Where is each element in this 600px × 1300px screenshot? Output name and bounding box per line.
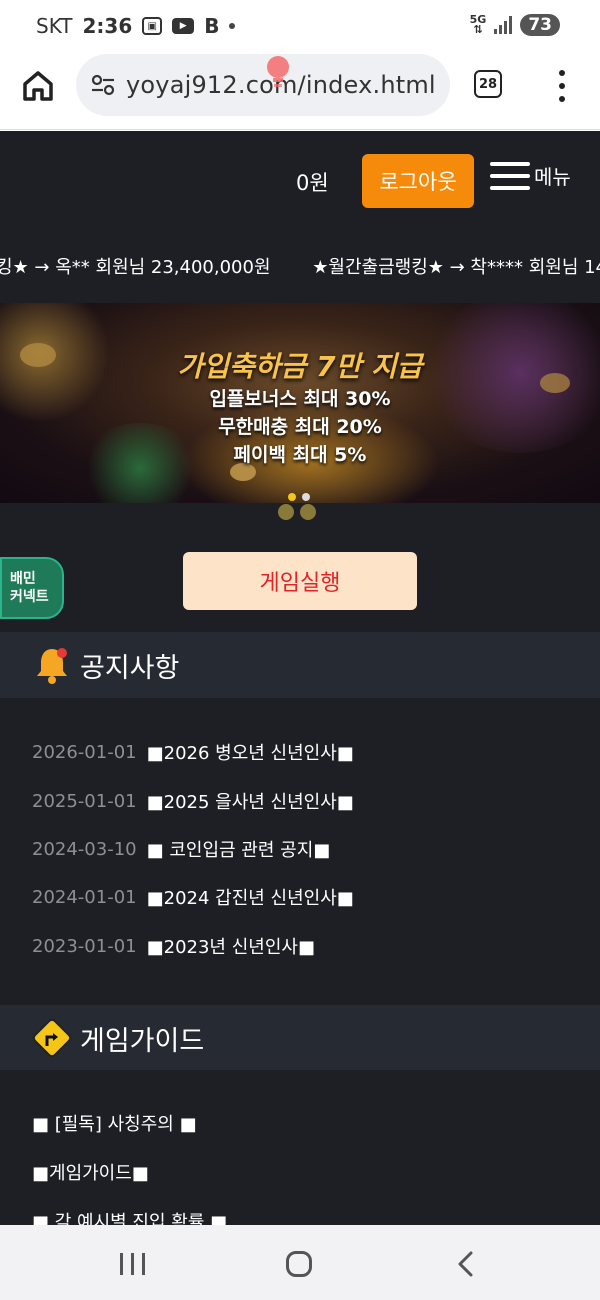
b-app-icon: B: [204, 14, 220, 38]
tab-switcher-button[interactable]: 28: [474, 70, 502, 98]
winner-ticker: 킹★ → 옥** 회원님 23,400,000원 ★월간출금랭킹★ → 착***…: [0, 231, 600, 301]
guide-list: ■ [필독] 사칭주의 ■ ■게임가이드■ ■ 각 예시별 진입 확률 ■: [0, 1070, 600, 1225]
menu-button[interactable]: 메뉴: [490, 161, 571, 190]
banner-line: 페이백 최대 5%: [233, 444, 367, 466]
youtube-icon: ▶: [172, 18, 195, 34]
system-nav-bar: [0, 1225, 600, 1300]
more-options-icon[interactable]: [552, 70, 572, 102]
guide-item[interactable]: ■ [필독] 사칭주의 ■: [32, 1110, 197, 1136]
home-icon[interactable]: [20, 68, 56, 104]
carrier-label: SKT: [36, 14, 73, 38]
notice-list: 2026-01-01 ■2026 병오년 신년인사■ 2025-01-01 ■2…: [0, 699, 600, 1005]
status-bar: SKT 2:36 ▣ ▶ B 5G ⇅ 73: [0, 0, 600, 52]
clock: 2:36: [82, 14, 133, 38]
banner-line: 입플보너스 최대 30%: [209, 388, 391, 410]
back-icon[interactable]: [456, 1251, 476, 1277]
badge-line: 배민: [10, 571, 36, 587]
notice-item[interactable]: 2024-01-01 ■2024 갑진년 신년인사■: [32, 884, 354, 910]
notice-heading: 공지사항: [80, 652, 180, 684]
signal-icon: [494, 16, 513, 34]
notice-date: 2026-01-01: [32, 741, 137, 763]
notice-date: 2024-01-01: [32, 886, 137, 908]
carousel-dot[interactable]: [300, 504, 316, 520]
notice-date: 2024-03-10: [32, 838, 137, 860]
hamburger-icon: [490, 161, 530, 190]
guide-header: 게임가이드: [0, 1005, 600, 1071]
road-sign-icon: [32, 1018, 72, 1058]
lightbulb-icon: [258, 54, 298, 98]
launch-game-button[interactable]: 게임실행: [183, 552, 417, 610]
badge-line: 커넥트: [10, 589, 49, 605]
banner-line: 무한매충 최대 20%: [218, 416, 382, 438]
screenshot-icon: ▣: [142, 17, 163, 35]
home-button-icon[interactable]: [286, 1251, 312, 1277]
notice-title[interactable]: ■2025 을사년 신년인사■: [147, 788, 354, 814]
site-content: 0원 로그아웃 메뉴 킹★ → 옥** 회원님 23,400,000원 ★월간출…: [0, 131, 600, 1225]
carousel-dot[interactable]: [278, 504, 294, 520]
banner-indicator: [288, 493, 310, 501]
network-5g-icon: 5G ⇅: [469, 13, 487, 36]
network-label: 5G: [469, 13, 487, 26]
notice-item[interactable]: 2026-01-01 ■2026 병오년 신년인사■: [32, 739, 354, 765]
more-notifications-dot: [229, 23, 236, 29]
recent-apps-icon[interactable]: [120, 1253, 145, 1275]
notice-item[interactable]: 2025-01-01 ■2025 을사년 신년인사■: [32, 788, 354, 814]
guide-item[interactable]: ■게임가이드■: [32, 1159, 149, 1185]
menu-label: 메뉴: [534, 165, 571, 189]
site-header: 0원 로그아웃 메뉴: [0, 131, 600, 231]
promo-banner[interactable]: 가입축하금 7만 지급 입플보너스 최대 30% 무한매충 최대 20% 페이백…: [0, 303, 600, 503]
bell-icon: [37, 648, 67, 684]
ticker-item: 킹★ → 옥** 회원님 23,400,000원: [0, 257, 271, 278]
notice-date: 2025-01-01: [32, 790, 137, 812]
banner-title: 가입축하금 7만 지급: [177, 350, 423, 383]
ticker-item: ★월간출금랭킹★ → 착**** 회원님 14: [312, 257, 600, 278]
guide-heading: 게임가이드: [80, 1025, 205, 1057]
guide-item[interactable]: ■ 각 예시별 진입 확률 ■: [32, 1208, 227, 1225]
notice-title[interactable]: ■ 코인입금 관련 공지■: [147, 836, 331, 862]
notice-title[interactable]: ■2024 갑진년 신년인사■: [147, 884, 354, 910]
carousel-pagination[interactable]: [278, 504, 316, 520]
notice-item[interactable]: 2023-01-01 ■2023년 신년인사■: [32, 933, 315, 959]
browser-toolbar: yoyaj912.com/index.html 28: [0, 52, 600, 130]
notice-header: 공지사항: [0, 632, 600, 698]
notice-date: 2023-01-01: [32, 935, 137, 957]
battery-indicator: 73: [520, 14, 560, 36]
notice-title[interactable]: ■2026 병오년 신년인사■: [147, 739, 354, 765]
notice-title[interactable]: ■2023년 신년인사■: [147, 933, 315, 959]
baemin-connect-badge[interactable]: 배민 커넥트: [0, 557, 64, 619]
logout-button[interactable]: 로그아웃: [362, 154, 474, 208]
site-settings-icon[interactable]: [90, 74, 116, 96]
balance-label: 0원: [296, 171, 329, 195]
notice-item[interactable]: 2024-03-10 ■ 코인입금 관련 공지■: [32, 836, 330, 862]
